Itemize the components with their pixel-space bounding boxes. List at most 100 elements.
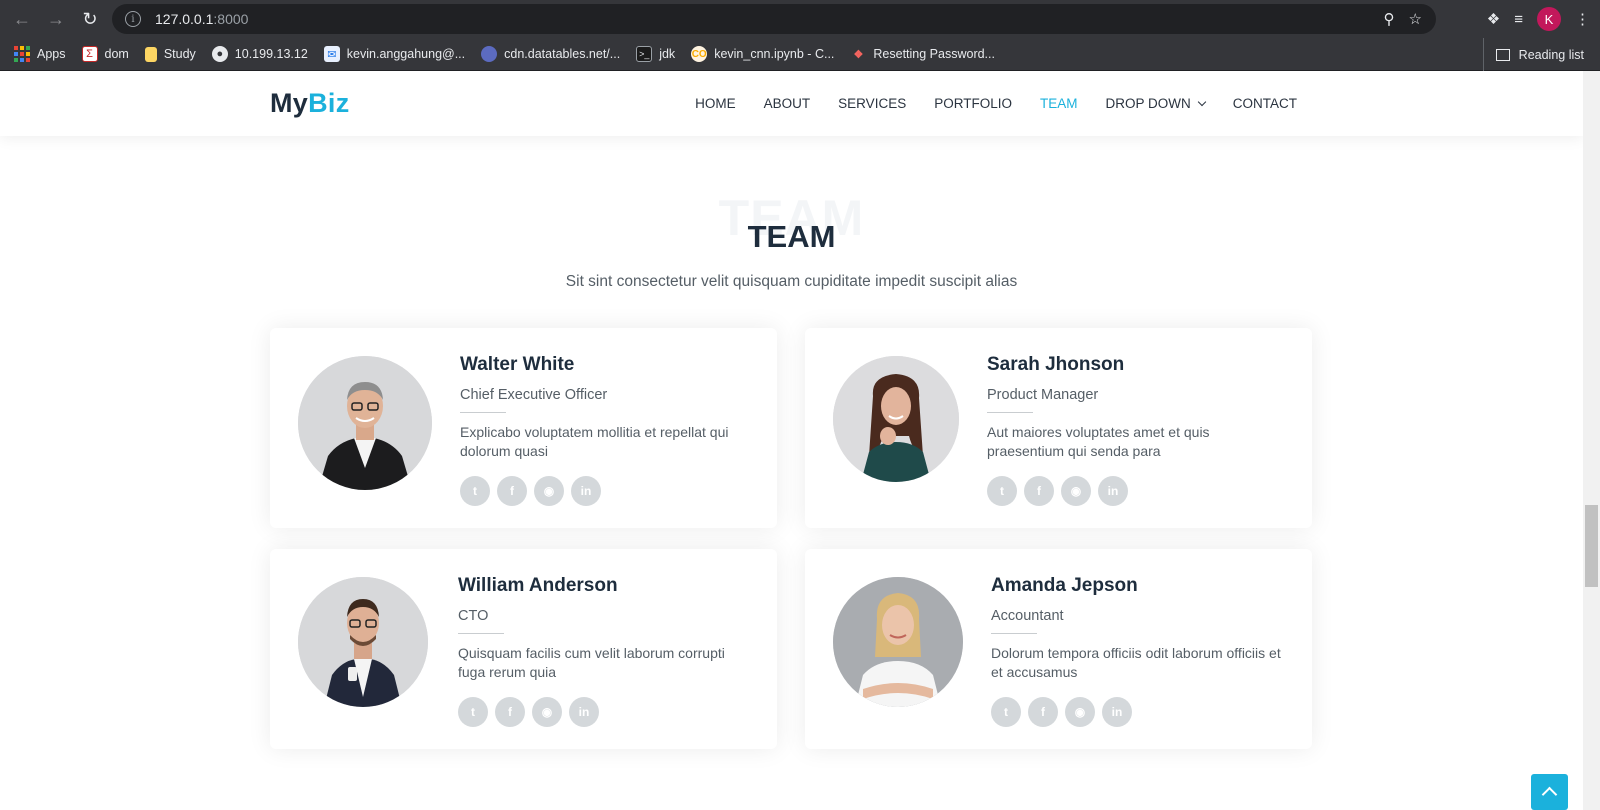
- zoom-icon[interactable]: ⚲: [1384, 10, 1395, 28]
- instagram-icon[interactable]: ◉: [532, 697, 562, 727]
- extensions-icon[interactable]: ❖: [1487, 10, 1500, 28]
- menu-icon[interactable]: ⋮: [1575, 10, 1590, 28]
- back-to-top-button[interactable]: [1531, 774, 1568, 810]
- divider: [991, 633, 1037, 634]
- member-role: CTO: [458, 608, 489, 624]
- bookmark-label: jdk: [659, 47, 676, 61]
- bookmark-jdk[interactable]: >_ jdk: [636, 46, 675, 62]
- profile-avatar[interactable]: K: [1537, 7, 1561, 31]
- member-info: Walter White Chief Executive Officer Exp…: [460, 354, 760, 506]
- social-links: t f ◉ in: [991, 697, 1291, 727]
- team-member-card: Sarah Jhonson Product Manager Aut maiore…: [805, 328, 1312, 528]
- twitter-icon[interactable]: t: [458, 697, 488, 727]
- bookmark-datatables[interactable]: cdn.datatables.net/...: [481, 46, 620, 62]
- reload-button[interactable]: ↻: [74, 3, 106, 35]
- linkedin-icon[interactable]: in: [569, 697, 599, 727]
- linkedin-icon[interactable]: in: [571, 476, 601, 506]
- nav-services[interactable]: SERVICES: [838, 96, 906, 111]
- reading-list-label: Reading list: [1518, 47, 1584, 62]
- linkedin-icon[interactable]: in: [1098, 476, 1128, 506]
- bookmark-label: cdn.datatables.net/...: [504, 47, 621, 61]
- bookmark-colab[interactable]: CO kevin_cnn.ipynb - C...: [691, 46, 834, 62]
- facebook-icon[interactable]: f: [1028, 697, 1058, 727]
- reading-list-icon: [1495, 48, 1510, 61]
- bookmark-label: dom: [104, 47, 129, 61]
- bookmark-label: kevin_cnn.ipynb - C...: [714, 47, 835, 61]
- team-member-card: Walter White Chief Executive Officer Exp…: [270, 328, 777, 528]
- member-name: Sarah Jhonson: [987, 354, 1125, 375]
- nav-drop-down[interactable]: DROP DOWN: [1105, 96, 1206, 111]
- sigma-icon: Σ: [81, 46, 98, 62]
- logo-accent-text: Biz: [308, 88, 350, 118]
- bookmark-label: Apps: [37, 47, 66, 61]
- reading-list-button[interactable]: Reading list: [1482, 38, 1584, 71]
- bookmark-dom[interactable]: Σ dom: [81, 46, 129, 62]
- address-bar[interactable]: i 127.0.0.1:8000 ⚲ ☆: [112, 4, 1436, 34]
- divider: [458, 633, 504, 634]
- member-description: Quisquam facilis cum velit laborum corru…: [458, 645, 725, 680]
- folder-icon: [144, 46, 157, 62]
- bookmark-star-icon[interactable]: ☆: [1409, 10, 1422, 28]
- bookmark-reset-password[interactable]: ❖ Resetting Password...: [850, 46, 995, 62]
- twitter-icon[interactable]: t: [987, 476, 1017, 506]
- main-nav: HOME ABOUT SERVICES PORTFOLIO TEAM DROP …: [695, 71, 1297, 136]
- bookmark-label: 10.199.13.12: [234, 47, 308, 61]
- laravel-icon: ❖: [853, 48, 864, 61]
- member-role: Chief Executive Officer: [460, 387, 608, 403]
- forward-button[interactable]: →: [40, 3, 72, 35]
- social-links: t f ◉ in: [987, 476, 1287, 506]
- member-description: Aut maiores voluptates amet et quis prae…: [987, 424, 1210, 459]
- social-links: t f ◉ in: [458, 697, 758, 727]
- apps-grid-icon: [14, 46, 30, 62]
- bookmark-label: Study: [163, 47, 196, 61]
- bookmark-apps[interactable]: Apps: [14, 46, 66, 62]
- instagram-icon[interactable]: ◉: [1061, 476, 1091, 506]
- arrow-up-icon: [1541, 786, 1558, 803]
- facebook-icon[interactable]: f: [495, 697, 525, 727]
- linkedin-icon[interactable]: in: [1102, 697, 1132, 727]
- divider: [460, 412, 506, 413]
- instagram-icon[interactable]: ◉: [1065, 697, 1095, 727]
- media-controls-icon[interactable]: ≡: [1514, 11, 1523, 28]
- site-header: MyBiz HOME ABOUT SERVICES PORTFOLIO TEAM…: [0, 71, 1583, 136]
- datatables-icon: [481, 46, 498, 62]
- nav-contact[interactable]: CONTACT: [1233, 96, 1297, 111]
- nav-drop-down-label: DROP DOWN: [1105, 96, 1191, 111]
- site-logo[interactable]: MyBiz: [270, 88, 350, 119]
- scrollbar-thumb[interactable]: [1585, 505, 1598, 587]
- terminal-icon: >_: [636, 46, 653, 62]
- team-member-card: William Anderson CTO Quisquam facilis cu…: [270, 549, 777, 749]
- url-host: 127.0.0.1: [155, 11, 214, 27]
- page-scrollbar[interactable]: [1583, 71, 1600, 810]
- twitter-icon[interactable]: t: [460, 476, 490, 506]
- facebook-icon[interactable]: f: [1024, 476, 1054, 506]
- instagram-icon[interactable]: ◉: [534, 476, 564, 506]
- nav-about[interactable]: ABOUT: [764, 96, 811, 111]
- bookmark-mail[interactable]: ✉ kevin.anggahung@...: [323, 46, 465, 62]
- logo-main-text: My: [270, 88, 309, 118]
- mail-icon: ✉: [323, 46, 340, 62]
- team-member-card: Amanda Jepson Accountant Dolorum tempora…: [805, 549, 1312, 749]
- nav-team[interactable]: TEAM: [1040, 96, 1078, 111]
- twitter-icon[interactable]: t: [991, 697, 1021, 727]
- facebook-icon[interactable]: f: [497, 476, 527, 506]
- globe-icon: ●: [211, 46, 228, 62]
- url-port: :8000: [213, 11, 249, 27]
- member-photo: [298, 356, 432, 490]
- member-name: Walter White: [460, 354, 575, 375]
- member-photo: [833, 577, 963, 707]
- nav-portfolio[interactable]: PORTFOLIO: [934, 96, 1012, 111]
- bookmark-ip[interactable]: ● 10.199.13.12: [211, 46, 308, 62]
- member-name: William Anderson: [458, 575, 618, 596]
- chevron-down-icon: [1197, 97, 1206, 106]
- member-photo: [833, 356, 959, 482]
- member-name: Amanda Jepson: [991, 575, 1138, 596]
- bookmark-study[interactable]: Study: [144, 46, 196, 62]
- member-info: Sarah Jhonson Product Manager Aut maiore…: [987, 354, 1287, 506]
- member-description: Dolorum tempora officiis odit laborum of…: [991, 645, 1281, 680]
- page-viewport: MyBiz HOME ABOUT SERVICES PORTFOLIO TEAM…: [0, 71, 1600, 810]
- nav-home[interactable]: HOME: [695, 96, 736, 111]
- back-button[interactable]: ←: [6, 3, 38, 35]
- site-info-icon[interactable]: i: [125, 11, 141, 27]
- member-info: William Anderson CTO Quisquam facilis cu…: [458, 575, 758, 727]
